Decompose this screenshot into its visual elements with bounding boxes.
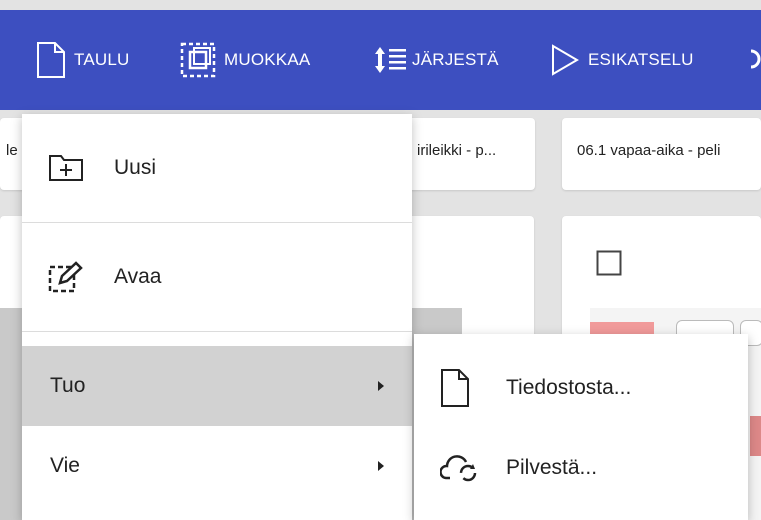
- file-icon: [440, 368, 470, 414]
- import-submenu: Tiedostosta... Pilvestä...: [414, 334, 748, 520]
- submenu-item-pilvesta[interactable]: Pilvestä...: [414, 428, 748, 508]
- menu-item-tuo[interactable]: Tuo: [22, 346, 412, 426]
- toolbar-muokkaa-label: MUOKKAA: [224, 50, 311, 69]
- toolbar-jarjesta-button[interactable]: JÄRJESTÄ: [374, 41, 499, 79]
- menu-item-avaa-label: Avaa: [114, 265, 162, 288]
- toolbar-taulu-label: TAULU: [74, 50, 130, 69]
- menu-item-uusi[interactable]: Uusi: [22, 114, 412, 222]
- play-icon: [550, 43, 580, 77]
- menu-divider: [22, 331, 412, 332]
- board-card[interactable]: irileikki - p...: [395, 118, 535, 190]
- thumbnail-image: [750, 416, 761, 456]
- file-menu: Uusi Avaa Tuo Vie: [22, 114, 412, 520]
- submenu-item-pilvesta-label: Pilvestä...: [506, 456, 598, 479]
- submenu-item-tiedostosta-label: Tiedostosta...: [506, 376, 632, 399]
- submenu-arrow-icon: [378, 461, 384, 471]
- cloud-sync-icon: [439, 452, 480, 490]
- page-icon: [36, 41, 66, 79]
- menu-item-uusi-label: Uusi: [114, 156, 157, 179]
- card-title: 06.1 vapaa-aika - peli: [577, 142, 721, 159]
- toolbar-esikatselu-label: ESIKATSELU: [588, 50, 694, 69]
- top-toolbar: TAULU MUOKKAA JÄRJESTÄ ESIKATSELU: [0, 10, 761, 110]
- toolbar-esikatselu-button[interactable]: ESIKATSELU: [550, 41, 694, 79]
- menu-item-tuo-label: Tuo: [50, 374, 86, 397]
- toolbar-jarjesta-label: JÄRJESTÄ: [412, 50, 499, 69]
- submenu-arrow-icon: [378, 381, 384, 391]
- menu-item-vie-label: Vie: [50, 454, 80, 477]
- card-title: le: [6, 142, 18, 159]
- open-edit-icon: [48, 261, 84, 301]
- toolbar-muokkaa-button[interactable]: MUOKKAA: [180, 41, 310, 79]
- submenu-item-tiedostosta[interactable]: Tiedostosta...: [414, 348, 748, 428]
- menu-item-vie[interactable]: Vie: [22, 426, 412, 506]
- sort-icon: [374, 45, 408, 75]
- checkbox-icon[interactable]: [596, 250, 622, 281]
- menu-item-avaa[interactable]: Avaa: [22, 223, 412, 331]
- toolbar-more-icon[interactable]: [747, 41, 761, 79]
- edit-frame-icon: [180, 41, 216, 79]
- card-title: irileikki - p...: [417, 142, 497, 159]
- toolbar-taulu-button[interactable]: TAULU: [36, 41, 129, 79]
- board-card[interactable]: 06.1 vapaa-aika - peli: [562, 118, 761, 190]
- new-folder-icon: [48, 152, 84, 188]
